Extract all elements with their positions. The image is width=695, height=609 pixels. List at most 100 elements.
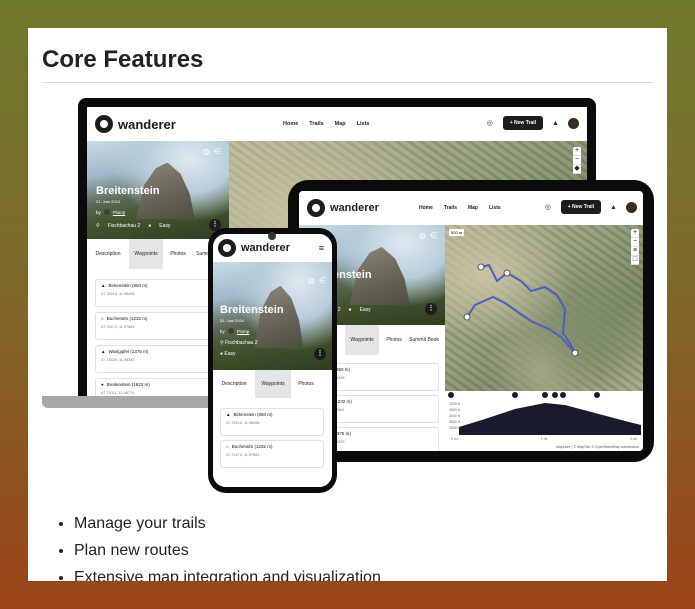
compass-button[interactable]: ◆ bbox=[573, 165, 581, 174]
trail-author: by Flomp bbox=[220, 328, 250, 334]
photo-tools: ◍ ⋲ bbox=[308, 276, 326, 285]
elevation-marker bbox=[448, 392, 454, 398]
content-card: Core Features wanderer Home Trails Map L… bbox=[28, 28, 667, 581]
nav-map[interactable]: Map bbox=[468, 205, 478, 211]
tab-description[interactable]: Description bbox=[87, 239, 129, 269]
elevation-profile[interactable]: 2000 ft 4500 ft 4000 ft 3500 ft 3000 ft … bbox=[445, 391, 643, 451]
zoom-out-button[interactable]: − bbox=[631, 238, 639, 247]
layers-button[interactable]: ≡ bbox=[631, 247, 639, 256]
elevation-marker bbox=[512, 392, 518, 398]
zoom-in-button[interactable]: + bbox=[573, 147, 581, 156]
elevation-marker bbox=[552, 392, 558, 398]
nav-lists[interactable]: Lists bbox=[357, 121, 370, 127]
waypoint-marker bbox=[477, 263, 485, 271]
logo-icon[interactable] bbox=[218, 239, 236, 257]
trail-date: 31. Juni 2024 bbox=[220, 318, 245, 323]
tab-photos[interactable]: Photos bbox=[379, 325, 409, 355]
more-button[interactable]: ⋮ bbox=[314, 348, 326, 360]
trail-title: Breitenstein bbox=[96, 185, 160, 197]
circle-icon: ● bbox=[101, 382, 104, 387]
menu-icon[interactable]: ≡ bbox=[319, 243, 324, 253]
trail-photo: ◍ ⋲ Breitenstein 31. Juni 2024 by Flomp … bbox=[87, 141, 229, 239]
zoom-in-button[interactable]: + bbox=[631, 229, 639, 238]
tab-waypoints[interactable]: Waypoints bbox=[129, 239, 163, 269]
trail-date: 31. Juni 2024 bbox=[96, 199, 121, 204]
list-item: Plan new routes bbox=[74, 541, 381, 560]
trail-difficulty: Easy bbox=[359, 307, 371, 313]
list-item[interactable]: ▲ Birkenstein (850 m) 47.75216, 11.96498 bbox=[220, 408, 324, 436]
avatar[interactable] bbox=[568, 117, 579, 129]
new-trail-button[interactable]: + New Trail bbox=[502, 116, 543, 130]
home-icon: ⌂ bbox=[226, 444, 229, 449]
brand-name[interactable]: wanderer bbox=[118, 117, 176, 132]
globe-icon[interactable]: ◍ bbox=[308, 276, 315, 285]
tab-summit-book[interactable]: Summit Book bbox=[409, 325, 439, 355]
laptop-navbar: wanderer Home Trails Map Lists ◎ + New T… bbox=[87, 107, 587, 141]
list-item[interactable]: ▲ Birkenstein (850 m) 47.75216, 11.96498 bbox=[95, 279, 223, 307]
brand-name[interactable]: wanderer bbox=[241, 242, 290, 254]
tablet-map[interactable]: 500 m + − ≡ □ bbox=[445, 225, 643, 391]
tablet-mockup: wanderer Home Trails Map Lists ◎ + New T… bbox=[288, 180, 654, 462]
elevation-area bbox=[459, 403, 641, 435]
mountain-icon: ▲ bbox=[101, 349, 106, 354]
share-icon[interactable]: ⋲ bbox=[213, 147, 221, 156]
share-icon[interactable]: ⋲ bbox=[429, 231, 437, 240]
logo-icon[interactable] bbox=[95, 115, 113, 133]
tab-photos[interactable]: Photos bbox=[163, 239, 193, 269]
nav-map[interactable]: Map bbox=[335, 121, 346, 127]
elevation-x-ticks: 0 mi 1 mi 2 mi bbox=[451, 437, 637, 441]
list-item: Extensive map integration and visualizat… bbox=[74, 568, 381, 581]
elevation-marker bbox=[560, 392, 566, 398]
logo-icon[interactable] bbox=[307, 199, 325, 217]
more-button[interactable]: ⋮ bbox=[425, 303, 437, 315]
bell-icon[interactable]: ▲ bbox=[552, 120, 559, 127]
location-icon: ⚲ bbox=[96, 223, 100, 229]
tab-photos[interactable]: Photos bbox=[291, 370, 321, 398]
nav-home[interactable]: Home bbox=[419, 205, 433, 211]
nav-trails[interactable]: Trails bbox=[309, 121, 323, 127]
tab-waypoints[interactable]: Waypoints bbox=[345, 325, 379, 355]
settings-icon[interactable]: ◎ bbox=[545, 204, 552, 211]
photo-tools: ◍ ⋲ bbox=[419, 231, 437, 240]
list-item[interactable]: ⌂ Bucheralm (1232 m) 47.72473, 11.97681 bbox=[95, 312, 223, 340]
nav-home[interactable]: Home bbox=[283, 121, 298, 127]
mountain-icon: ▲ bbox=[226, 412, 231, 417]
trail-difficulty: Easy bbox=[224, 351, 236, 357]
route-line bbox=[466, 263, 576, 354]
globe-icon[interactable]: ◍ bbox=[419, 231, 426, 240]
share-icon[interactable]: ⋲ bbox=[318, 276, 326, 285]
avatar[interactable] bbox=[626, 201, 637, 213]
elevation-y-ticks: 2000 ft 4500 ft 4000 ft 3500 ft 3000 ft bbox=[449, 402, 460, 430]
route-overlay bbox=[463, 263, 579, 357]
nav-trails[interactable]: Trails bbox=[444, 205, 457, 211]
nav-lists[interactable]: Lists bbox=[489, 205, 501, 211]
list-item: Manage your trails bbox=[74, 514, 381, 533]
home-icon: ⌂ bbox=[101, 316, 104, 321]
globe-icon[interactable]: ◍ bbox=[203, 147, 210, 156]
feature-list: Manage your trails Plan new routes Exten… bbox=[42, 514, 381, 581]
zoom-out-button[interactable]: − bbox=[573, 156, 581, 165]
trail-difficulty: Easy bbox=[159, 223, 171, 229]
difficulty-icon: ● bbox=[148, 223, 152, 229]
list-item[interactable]: ⌂ Bucheralm (1232 m) 47.72473, 11.97681 bbox=[220, 440, 324, 468]
phone-screen: wanderer ≡ ◍ ⋲ Breitenstein 31. Juni 202… bbox=[213, 234, 332, 487]
author-avatar bbox=[103, 209, 110, 215]
brand-name[interactable]: wanderer bbox=[330, 202, 379, 214]
settings-icon[interactable]: ◎ bbox=[487, 120, 494, 127]
divider bbox=[42, 82, 653, 83]
section-title: Core Features bbox=[42, 46, 204, 73]
trail-tabs: Description Waypoints Photos bbox=[213, 370, 332, 398]
new-trail-button[interactable]: + New Trail bbox=[560, 200, 601, 214]
nav-links: Home Trails Map Lists bbox=[283, 121, 370, 127]
map-attribution[interactable]: MapLibre | © MapTiler © OpenStreetMap co… bbox=[556, 445, 639, 449]
trail-author: by Flomp bbox=[96, 209, 126, 215]
photo-tools: ◍ ⋲ bbox=[203, 147, 221, 156]
bell-icon[interactable]: ▲ bbox=[610, 204, 617, 211]
tab-waypoints[interactable]: Waypoints bbox=[255, 370, 291, 398]
fullscreen-button[interactable]: □ bbox=[631, 256, 639, 265]
trail-location: Fischbachau 2 bbox=[107, 223, 141, 229]
tab-description[interactable]: Description bbox=[213, 370, 255, 398]
list-item[interactable]: ▲ Waxlgipfel (1375 m) 47.73520, 11.98283 bbox=[95, 345, 223, 373]
zoom-controls: + − ◆ bbox=[573, 147, 581, 174]
hero-image: wanderer Home Trails Map Lists ◎ + New T… bbox=[42, 98, 654, 498]
